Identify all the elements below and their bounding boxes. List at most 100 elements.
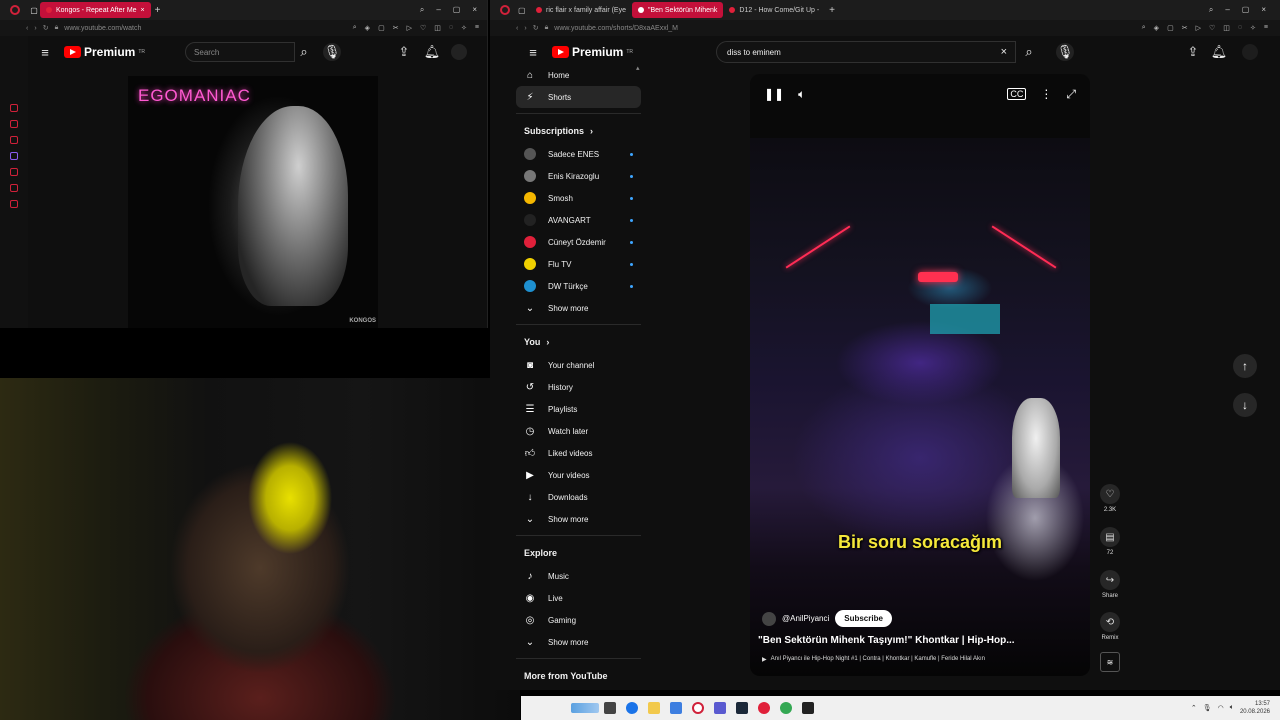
maximize-icon[interactable]: ▢ xyxy=(1242,5,1250,15)
heart-icon[interactable]: ♡ xyxy=(420,24,426,32)
opera-logo-icon[interactable] xyxy=(500,5,510,15)
previous-short-button[interactable]: ↑ xyxy=(1233,354,1257,378)
mic-icon[interactable]: 🎙︎ xyxy=(323,43,342,61)
wallet-icon[interactable]: ◫ xyxy=(1223,24,1230,32)
bell-icon[interactable]: 🔔︎ xyxy=(1210,43,1228,61)
like-button[interactable]: ♡ xyxy=(1100,484,1120,504)
tab-menu-icon[interactable]: ▢ xyxy=(28,1,40,19)
you-show-more[interactable]: ⌄ Show more xyxy=(516,508,641,530)
avatar[interactable] xyxy=(1242,44,1258,60)
right-search-input[interactable]: diss to eminem × xyxy=(716,41,1016,63)
hamburger-icon[interactable]: ≡ xyxy=(36,43,54,61)
search-tabs-icon[interactable]: ⌕ xyxy=(1209,5,1213,15)
forward-icon[interactable]: › xyxy=(524,25,526,32)
sidebar-item-home[interactable]: ⌂ Home xyxy=(516,64,641,86)
yt-premium-logo[interactable]: Premium TR xyxy=(552,45,633,59)
right-tab-2-active[interactable]: "Ben Sektörün Mihenk xyxy=(632,2,724,18)
widgets-icon[interactable] xyxy=(571,703,599,713)
sidebar-subscription-2[interactable]: Smosh xyxy=(516,187,641,209)
playlist-row[interactable]: ▶ Anıl Piyancı ile Hip-Hop Night #1 | Co… xyxy=(762,656,985,663)
bell-icon[interactable]: 🔔︎ xyxy=(423,43,441,61)
sidebar-explore-item-1[interactable]: ◉ Live xyxy=(516,587,641,609)
app-icon[interactable] xyxy=(758,702,770,714)
search-icon[interactable]: ⌕ xyxy=(1020,43,1038,61)
sidebar-item-shorts[interactable]: ⚡︎ Shorts xyxy=(516,86,641,108)
left-tab-active[interactable]: Kongos - Repeat After Me × xyxy=(40,2,151,18)
sidebar-you-item-1[interactable]: ↺ History xyxy=(516,376,641,398)
send-icon[interactable]: ▷ xyxy=(1196,24,1201,32)
menu-icon[interactable]: ≡ xyxy=(475,24,479,32)
steam-icon[interactable] xyxy=(736,702,748,714)
snapshot-icon[interactable]: ▢ xyxy=(1167,24,1174,32)
pin-icon[interactable]: ◈ xyxy=(365,24,370,32)
new-tab-icon[interactable]: + xyxy=(829,5,835,16)
menu-icon[interactable]: ≡ xyxy=(1264,24,1268,32)
comment-button[interactable]: ▤ xyxy=(1100,527,1120,547)
channel-avatar[interactable] xyxy=(762,611,776,626)
sidebar-subscription-6[interactable]: DW Türkçe xyxy=(516,275,641,297)
right-url[interactable]: www.youtube.com/shorts/D8xaAExxl_M xyxy=(554,25,678,32)
forward-icon[interactable]: › xyxy=(34,25,36,32)
chrome-icon[interactable] xyxy=(780,702,792,714)
ai-icon[interactable]: ✧ xyxy=(461,24,467,32)
mic-tray-icon[interactable]: 🎙︎ xyxy=(1203,704,1212,712)
sidebar-subscription-0[interactable]: Sadece ENES xyxy=(516,143,641,165)
clear-search-icon[interactable]: × xyxy=(1001,46,1007,58)
explorer-icon[interactable] xyxy=(648,702,660,714)
chat-icon[interactable]: ◌ xyxy=(1238,24,1242,32)
upload-icon[interactable]: ⇪ xyxy=(395,43,413,61)
captions-icon[interactable]: CC xyxy=(1007,88,1027,100)
sidebar-app-icon[interactable] xyxy=(10,184,18,192)
snapshot-icon[interactable]: ▢ xyxy=(378,24,385,32)
sidebar-you-item-3[interactable]: ◷ Watch later xyxy=(516,420,641,442)
zoom-icon[interactable]: ⌕ xyxy=(1142,24,1146,32)
network-icon[interactable]: ◠ xyxy=(1218,704,1224,712)
share-button[interactable]: ↪ xyxy=(1100,570,1120,590)
volume-tray-icon[interactable]: 🔈︎ xyxy=(1230,704,1234,712)
sidebar-you-item-0[interactable]: ◙ Your channel xyxy=(516,354,641,376)
task-view-icon[interactable] xyxy=(604,702,616,714)
app-icon[interactable] xyxy=(670,702,682,714)
sidebar-app-icon[interactable] xyxy=(10,104,18,112)
shorts-player[interactable]: Bir soru soracağım ❚❚ 🔈︎ CC ⋮ ⤢ @AnilPiy… xyxy=(750,74,1090,676)
sidebar-subscriptions-title[interactable]: Subscriptions › xyxy=(516,119,641,143)
remix-button[interactable]: ⟲ xyxy=(1100,612,1120,632)
sidebar-you-item-6[interactable]: ↓ Downloads xyxy=(516,486,641,508)
ai-icon[interactable]: ✧ xyxy=(1250,24,1256,32)
sidebar-subscription-4[interactable]: Cüneyt Özdemir xyxy=(516,231,641,253)
right-tab-1[interactable]: ric flair x family affair (Eye xyxy=(530,2,632,18)
extension-icon[interactable]: ✂ xyxy=(1182,24,1188,32)
sidebar-app-icon[interactable] xyxy=(10,152,18,160)
fullscreen-icon[interactable]: ⤢ xyxy=(1066,87,1076,102)
explore-show-more[interactable]: ⌄ Show more xyxy=(516,631,641,653)
volume-icon[interactable]: 🔈︎ xyxy=(798,87,805,102)
subscribe-button[interactable]: Subscribe xyxy=(835,610,892,627)
next-short-button[interactable]: ↓ xyxy=(1233,393,1257,417)
close-window-icon[interactable]: × xyxy=(472,5,477,15)
subs-show-more[interactable]: ⌄ Show more xyxy=(516,297,641,319)
minimize-icon[interactable]: – xyxy=(1225,5,1229,15)
teams-icon[interactable] xyxy=(714,702,726,714)
sound-thumbnail[interactable]: ≋ xyxy=(1100,652,1120,672)
reload-icon[interactable]: ↻ xyxy=(43,24,49,32)
avatar[interactable] xyxy=(451,44,467,60)
new-tab-icon[interactable]: + xyxy=(155,5,161,16)
close-window-icon[interactable]: × xyxy=(1261,5,1266,15)
more-vert-icon[interactable]: ⋮ xyxy=(1040,87,1052,101)
heart-icon[interactable]: ♡ xyxy=(1209,24,1215,32)
sidebar-explore-item-0[interactable]: ♪ Music xyxy=(516,565,641,587)
zoom-icon[interactable]: ⌕ xyxy=(353,24,357,32)
clock[interactable]: 13:57 20.08.2026 xyxy=(1240,700,1270,716)
sidebar-you-title[interactable]: You › xyxy=(516,330,641,354)
hamburger-icon[interactable]: ≡ xyxy=(524,43,542,61)
chat-icon[interactable]: ◌ xyxy=(449,24,453,32)
sidebar-subscription-3[interactable]: AVANGART xyxy=(516,209,641,231)
tab-close-icon[interactable]: × xyxy=(141,7,145,14)
sidebar-app-icon[interactable] xyxy=(10,120,18,128)
sidebar-you-item-2[interactable]: ☰ Playlists xyxy=(516,398,641,420)
minimize-icon[interactable]: – xyxy=(436,5,440,15)
sidebar-you-item-5[interactable]: ▶ Your videos xyxy=(516,464,641,486)
short-title[interactable]: "Ben Sektörün Mihenk Taşıyım!" Khontkar … xyxy=(758,635,1015,646)
back-icon[interactable]: ‹ xyxy=(516,25,518,32)
wallet-icon[interactable]: ◫ xyxy=(434,24,441,32)
